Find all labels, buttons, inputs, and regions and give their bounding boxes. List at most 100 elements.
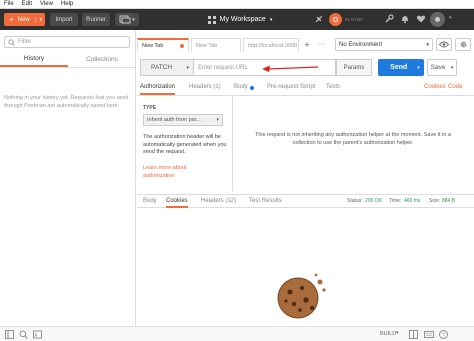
avatar[interactable] — [430, 12, 445, 27]
request-tab[interactable]: New Tab — [191, 38, 241, 52]
chevron-down-icon[interactable]: ▾ — [449, 15, 452, 21]
tab-response-headers[interactable]: Headers (12) — [201, 198, 236, 204]
auth-type-panel: TYPE Inherit auth from par... ▾ The auth… — [137, 96, 233, 191]
chevron-down-icon: ▾ — [132, 16, 135, 23]
request-tab[interactable]: http://localhost:3000 — [243, 38, 299, 52]
chevron-down-icon: ▾ — [269, 16, 273, 23]
search-icon[interactable] — [19, 330, 28, 339]
heart-icon[interactable] — [416, 14, 426, 24]
eye-icon — [439, 41, 449, 48]
sync-ring — [333, 17, 338, 22]
window-icon — [119, 15, 131, 24]
filter-placeholder: Filter — [18, 39, 32, 45]
unsaved-dot-icon — [180, 44, 184, 48]
environment-quick-look-button[interactable] — [436, 38, 452, 51]
learn-more-link[interactable]: Learn more about authorization — [143, 165, 213, 180]
size-label: Size: — [429, 198, 441, 204]
tab-tests[interactable]: Tests — [326, 84, 340, 90]
history-empty-message: Nothing in your history yet. Requests th… — [4, 95, 129, 109]
cookies-link[interactable]: Cookies — [424, 84, 446, 90]
main-panel: New Tab New Tab http://localhost:3000 + … — [137, 30, 474, 326]
menu-file[interactable]: File — [4, 1, 14, 7]
tab-pre-request-script[interactable]: Pre-request Script — [267, 84, 315, 90]
params-button-label: Params — [343, 64, 365, 71]
tab-body[interactable]: Body — [234, 84, 248, 90]
environment-select[interactable]: No Environment ▾ — [335, 38, 433, 51]
avatar-glyph — [435, 17, 440, 22]
build-label[interactable]: BUILD — [380, 331, 396, 337]
status-bar: BUILD ▾ ? — [0, 326, 474, 341]
method-select[interactable]: PATCH ▾ — [140, 59, 194, 76]
sidebar-tabs: History Collections — [0, 52, 136, 68]
menu-help[interactable]: Help — [61, 1, 73, 7]
keyboard-icon[interactable] — [424, 330, 434, 339]
workspace-label: My Workspace — [219, 16, 266, 23]
satellite-icon[interactable] — [314, 14, 324, 24]
request-tab-label: New Tab — [142, 43, 164, 49]
sidebar-toggle-icon[interactable] — [5, 330, 14, 339]
wrench-icon[interactable] — [384, 14, 394, 24]
layout-icon[interactable] — [409, 330, 418, 339]
response-tabs: Body Cookies Headers (12) Test Results S… — [137, 194, 474, 208]
auth-description: The authorization header will be automat… — [143, 134, 227, 155]
auth-type-label: TYPE — [143, 105, 157, 111]
top-toolbar: + New ▾ Import Runner ▾ My Workspace ▾ I… — [0, 9, 474, 30]
save-button[interactable]: Save ▾ — [427, 59, 457, 76]
import-button[interactable]: Import — [50, 13, 78, 26]
chevron-down-icon: ▾ — [35, 16, 42, 23]
chevron-down-icon: ▾ — [450, 64, 454, 71]
send-button-label: Send — [390, 64, 408, 71]
time-label: Time: — [389, 198, 402, 204]
help-icon[interactable]: ? — [439, 330, 448, 339]
auth-info-panel: This request is not inheriting any autho… — [233, 96, 474, 191]
manage-environments-button[interactable] — [455, 38, 471, 51]
annotation-arrow-icon — [262, 65, 319, 72]
svg-text:?: ? — [442, 333, 445, 339]
console-icon[interactable] — [33, 330, 42, 339]
auth-type-select[interactable]: Inherit auth from par... ▾ — [143, 114, 223, 126]
status-label: Status: — [347, 198, 363, 204]
send-button[interactable]: Send ▾ — [378, 59, 424, 76]
request-tabs: New Tab New Tab http://localhost:3000 + … — [137, 38, 474, 52]
tab-response-cookies[interactable]: Cookies — [166, 198, 188, 208]
chevron-down-icon: ▾ — [216, 117, 219, 123]
sidebar: Filter History Collections Nothing in yo… — [0, 30, 136, 326]
sync-status-label: IN SYNC — [345, 17, 364, 22]
tab-response-body[interactable]: Body — [143, 198, 157, 204]
body-indicator-dot — [250, 86, 254, 90]
sync-icon[interactable] — [329, 13, 342, 26]
time-value: 460 ms — [404, 198, 421, 204]
new-button[interactable]: + New ▾ — [4, 13, 45, 26]
chevron-down-icon: ▾ — [426, 41, 429, 48]
request-subtabs: Authorization Headers (1) Body Pre-reque… — [137, 82, 474, 96]
import-button-label: Import — [55, 16, 73, 23]
code-link[interactable]: Code — [448, 84, 462, 90]
tab-test-results[interactable]: Test Results — [249, 198, 282, 204]
filter-input[interactable]: Filter — [4, 36, 130, 48]
chevron-down-icon: ▾ — [417, 64, 420, 71]
menu-bar: File Edit View Help — [0, 0, 474, 9]
environment-selected: No Environment — [339, 41, 383, 48]
params-button[interactable]: Params — [336, 59, 372, 76]
workspace-switcher[interactable]: My Workspace ▾ — [200, 13, 280, 26]
tab-authorization[interactable]: Authorization — [140, 84, 176, 95]
url-bar: PATCH ▾ Enter request URL Params Send ▾ … — [140, 59, 470, 76]
grid-icon — [207, 15, 216, 24]
new-window-button[interactable]: ▾ — [115, 13, 139, 26]
tab-history[interactable]: History — [0, 52, 68, 67]
tab-menu-button[interactable]: ··· — [315, 38, 327, 51]
ellipsis-icon: ··· — [317, 41, 325, 48]
tab-collections[interactable]: Collections — [68, 52, 136, 67]
gear-icon — [460, 41, 466, 48]
runner-button[interactable]: Runner — [82, 13, 110, 26]
request-tab-label: New Tab — [196, 42, 218, 49]
size-value: 884 B — [442, 198, 456, 204]
add-tab-button[interactable]: + — [301, 38, 313, 51]
menu-view[interactable]: View — [40, 1, 53, 7]
auth-inherit-message: This request is not inheriting any autho… — [255, 132, 451, 146]
chevron-down-icon: ▾ — [186, 64, 189, 71]
menu-edit[interactable]: Edit — [22, 1, 32, 7]
bell-icon[interactable] — [400, 14, 410, 24]
request-tab[interactable]: New Tab — [137, 38, 189, 52]
tab-headers[interactable]: Headers (1) — [189, 84, 221, 90]
